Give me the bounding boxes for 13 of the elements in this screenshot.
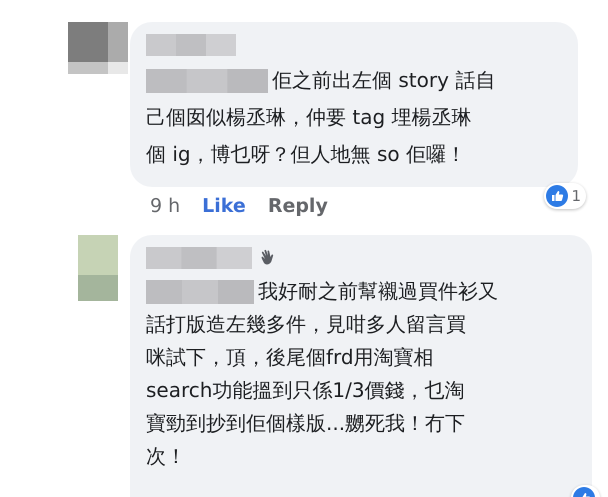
reply-link[interactable]: Reply [268, 195, 328, 217]
comment-time: 9 h [150, 195, 180, 217]
comment-text: 個 ig，博乜呀？但人地無 so 佢囉！ [146, 141, 466, 168]
reaction-count: 1 [571, 187, 581, 205]
like-link[interactable]: Like [202, 195, 246, 217]
comment-text: 話打版造左幾多件，見咁多人留言買 [146, 311, 466, 338]
comment-text: 次！ [146, 443, 186, 470]
comment-text: 我好耐之前幫襯過買件衫又 [258, 278, 498, 305]
comment-text: 咪試下，頂，後尾個frd用淘寶相 [146, 344, 434, 371]
comment-text: 寶勁到抄到佢個樣版...嬲死我！冇下 [146, 410, 466, 437]
comment-text: 己個囡似楊丞琳，仲要 tag 埋楊丞琳 [146, 104, 472, 131]
comment-text: 佢之前出左個 story 話自 [272, 67, 496, 94]
comment-text: search功能搵到只係1/3價錢，乜淘 [146, 377, 465, 404]
